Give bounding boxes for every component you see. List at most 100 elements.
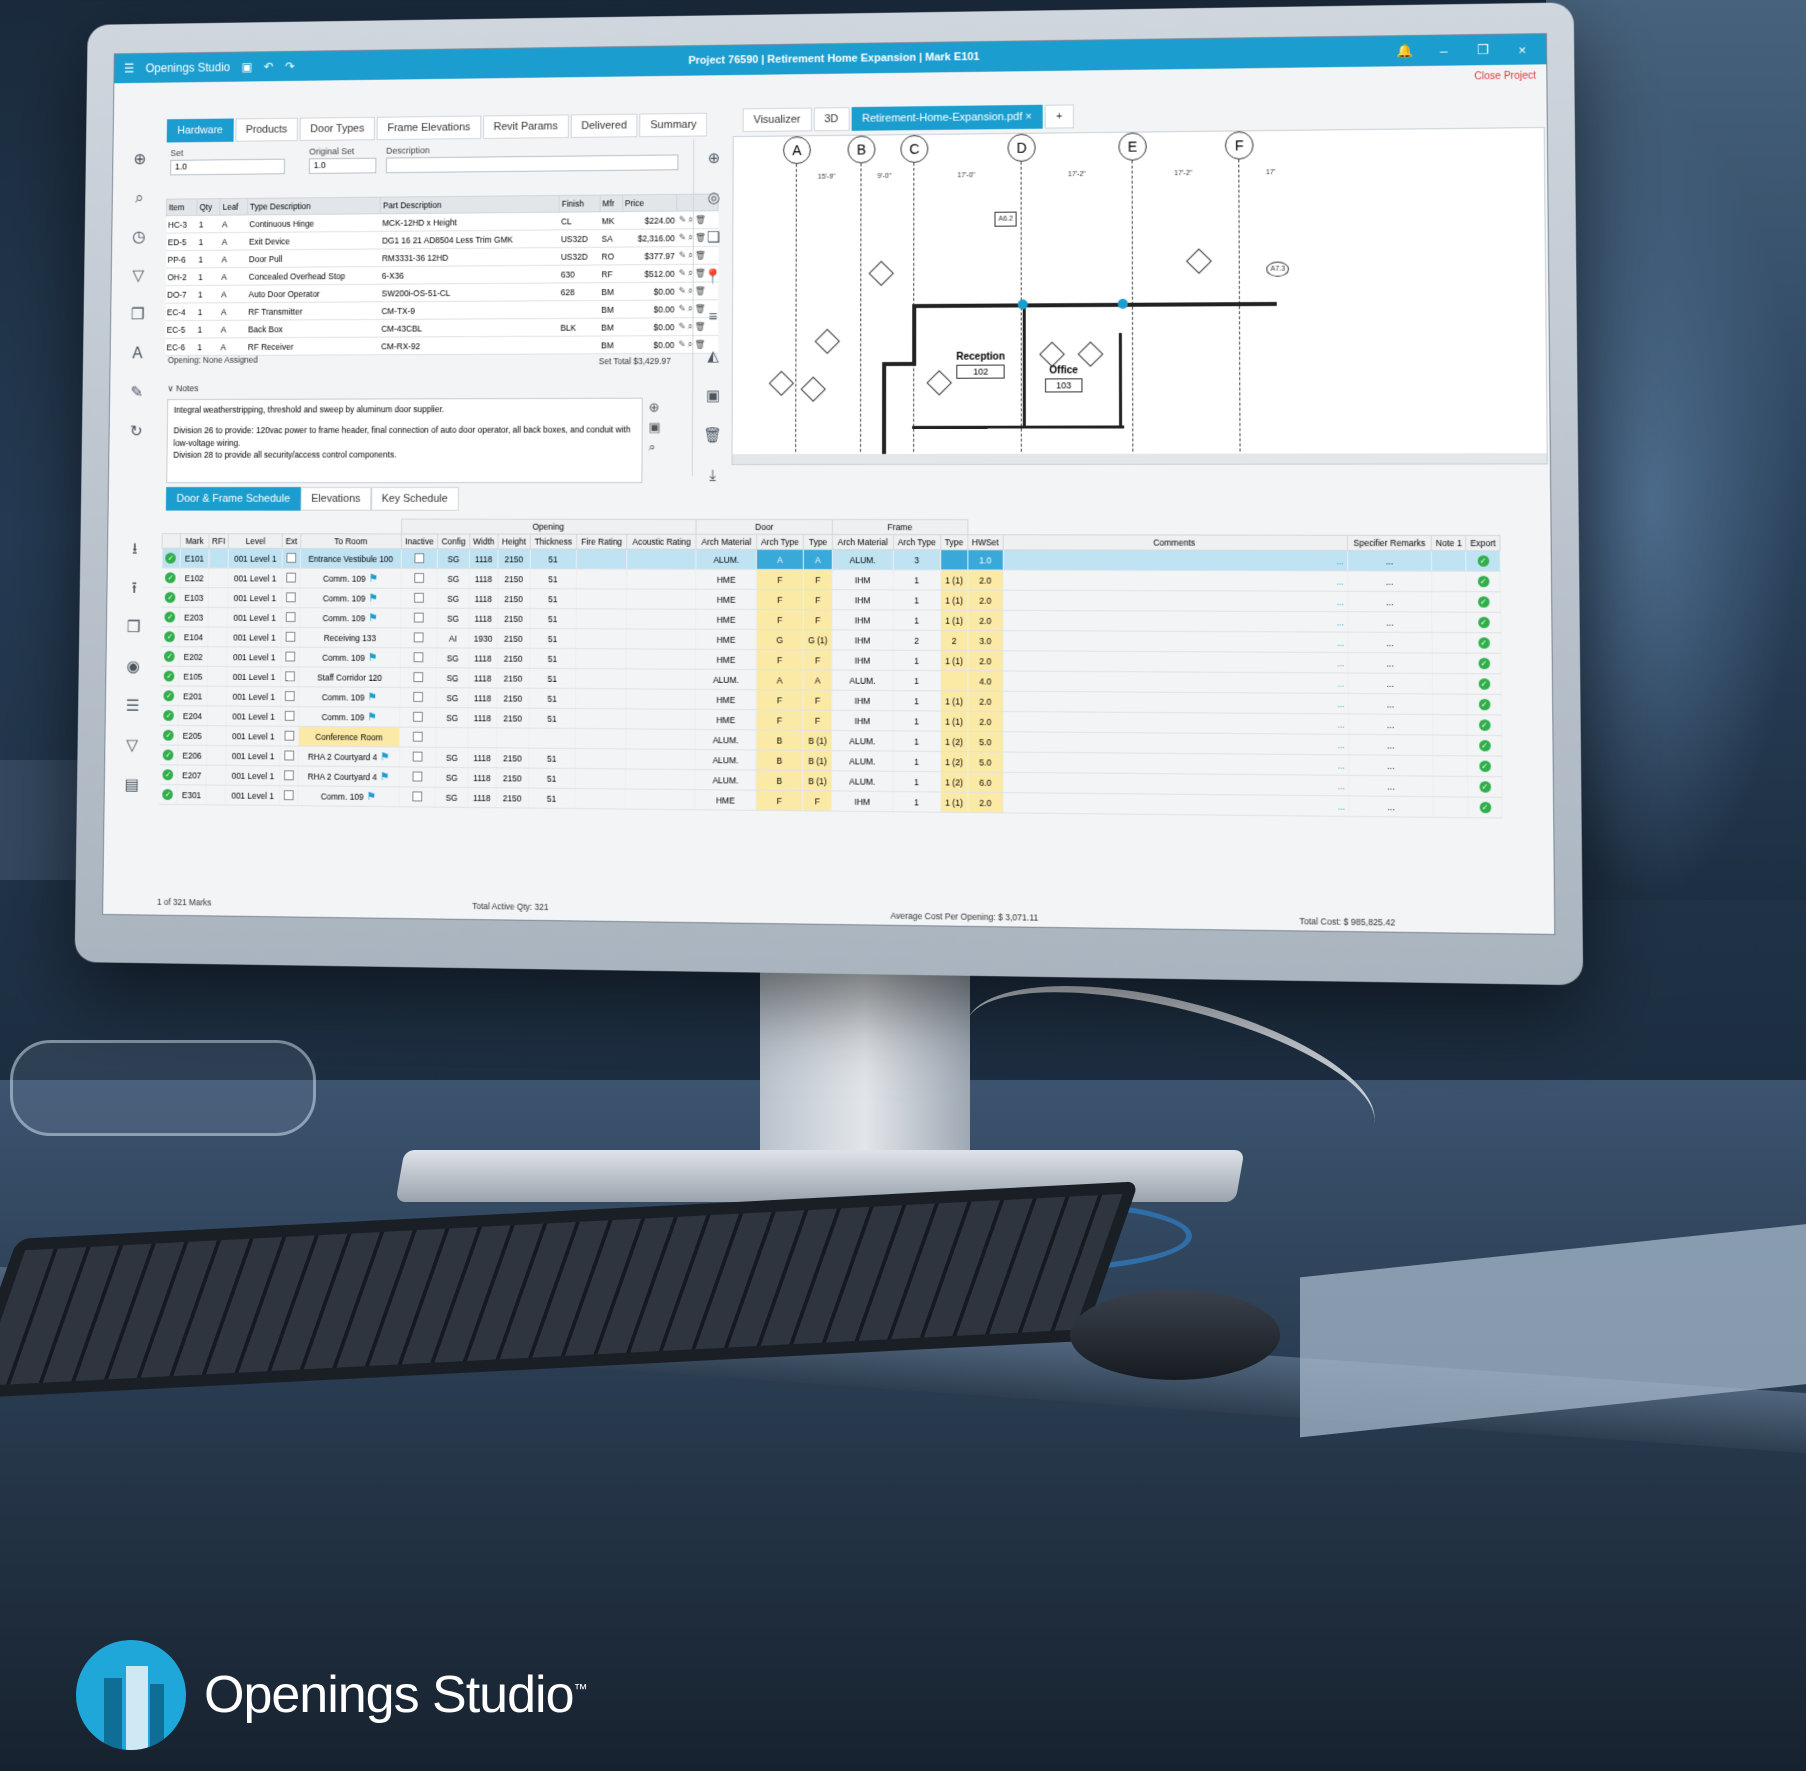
export-check-icon[interactable]: ✓ <box>1478 596 1490 607</box>
inactive-checkbox[interactable] <box>413 771 423 781</box>
menu-icon[interactable]: ☰ <box>124 62 134 76</box>
inactive-checkbox[interactable] <box>414 573 424 583</box>
schedule-col-header[interactable]: Type <box>941 535 968 550</box>
export-check-icon[interactable]: ✓ <box>1479 740 1491 751</box>
col-qty[interactable]: Qty <box>197 199 220 216</box>
schedule-col-header[interactable]: Mark <box>180 534 208 549</box>
schedule-col-header[interactable]: Arch Type <box>893 535 941 550</box>
inactive-checkbox[interactable] <box>413 711 423 721</box>
notes-label[interactable]: ∨ Notes <box>167 383 198 394</box>
schedule-col-header[interactable]: Thickness <box>530 534 577 549</box>
inactive-checkbox[interactable] <box>413 731 423 741</box>
notes-box[interactable]: Integral weatherstripping, threshold and… <box>166 398 643 483</box>
bell-icon[interactable]: 🔔 <box>1391 43 1418 59</box>
set-select[interactable]: 1.0 <box>170 159 285 176</box>
description-field[interactable] <box>386 154 679 173</box>
tab-door-types[interactable]: Door Types <box>300 117 375 141</box>
room-reception[interactable]: Reception 102 <box>956 352 1005 379</box>
inactive-checkbox[interactable] <box>414 632 424 642</box>
redo-icon[interactable]: ↷ <box>285 60 295 74</box>
door-marker-pin[interactable] <box>1018 299 1028 309</box>
export-check-icon[interactable]: ✓ <box>1478 658 1490 669</box>
schedule-col-header[interactable] <box>162 534 181 549</box>
ext-checkbox[interactable] <box>286 612 296 622</box>
export-check-icon[interactable]: ✓ <box>1479 699 1491 710</box>
schedule-col-header[interactable]: Arch Material <box>696 534 756 549</box>
schedule-col-header[interactable]: Ext <box>282 534 300 549</box>
export-check-icon[interactable]: ✓ <box>1479 781 1491 792</box>
ext-checkbox[interactable] <box>286 631 296 641</box>
tab-hardware[interactable]: Hardware <box>167 118 234 142</box>
ext-checkbox[interactable] <box>286 552 296 562</box>
tab-products[interactable]: Products <box>235 118 298 142</box>
ext-checkbox[interactable] <box>285 710 295 720</box>
export-check-icon[interactable]: ✓ <box>1478 617 1490 628</box>
filter-icon[interactable]: ▽ <box>121 257 156 296</box>
eye-icon[interactable]: ◉ <box>116 648 151 688</box>
schedule-col-header[interactable]: Arch Type <box>756 534 803 549</box>
col-mfr[interactable]: Mfr <box>600 195 623 212</box>
erase-icon[interactable]: ◭ <box>693 337 733 377</box>
add-note-icon[interactable]: ⊕ <box>649 398 661 418</box>
schedule-col-header[interactable]: HWSet <box>968 535 1003 550</box>
list-icon[interactable]: ☰ <box>115 687 150 727</box>
floor-plan-drawing[interactable]: A B C D E F 15'-9" 9'-0" 17'-0" 17'-2" 1… <box>731 127 1547 465</box>
save-note-icon[interactable]: ▣ <box>649 417 661 437</box>
schedule-col-header[interactable]: Inactive <box>401 534 438 549</box>
add-tab-button[interactable]: + <box>1045 104 1074 128</box>
schedule-col-header[interactable]: Comments <box>1003 535 1347 551</box>
schedule-col-header[interactable]: Width <box>469 534 498 549</box>
export-check-icon[interactable]: ✓ <box>1478 678 1490 689</box>
text-icon[interactable]: A <box>120 335 155 374</box>
tab-3d[interactable]: 3D <box>813 107 849 131</box>
door-marker-pin[interactable] <box>1118 299 1128 309</box>
tab-frame-elevations[interactable]: Frame Elevations <box>377 116 481 141</box>
col-type-description[interactable]: Type Description <box>247 197 380 215</box>
export-check-icon[interactable]: ✓ <box>1478 637 1490 648</box>
ext-checkbox[interactable] <box>286 592 296 602</box>
inactive-checkbox[interactable] <box>413 672 423 682</box>
col-price[interactable]: Price <box>622 194 677 211</box>
ext-checkbox[interactable] <box>285 691 295 701</box>
ext-checkbox[interactable] <box>285 671 295 681</box>
search-note-icon[interactable]: ⌕ <box>648 437 660 457</box>
col-item[interactable]: Item <box>166 199 197 216</box>
schedule-col-header[interactable]: Level <box>228 534 282 549</box>
copy-icon[interactable]: ❒ <box>120 296 155 335</box>
refresh-icon[interactable]: ↻ <box>119 413 154 452</box>
close-tab-icon[interactable]: × <box>1025 111 1031 123</box>
save-view-icon[interactable]: ▣ <box>693 377 733 417</box>
tab-pdf[interactable]: Retirement-Home-Expansion.pdf × <box>851 105 1043 131</box>
col-finish[interactable]: Finish <box>559 195 600 212</box>
inactive-checkbox[interactable] <box>412 791 422 801</box>
inactive-checkbox[interactable] <box>414 592 424 602</box>
tab-visualizer[interactable]: Visualizer <box>743 108 812 132</box>
trash-icon[interactable]: 🗑 <box>693 416 733 456</box>
schedule-col-header[interactable]: Specifier Remarks <box>1347 535 1432 550</box>
add-icon[interactable]: ⊕ <box>123 141 158 180</box>
filter-icon[interactable]: ▽ <box>115 726 150 766</box>
export-check-icon[interactable]: ✓ <box>1479 719 1491 730</box>
col-part-description[interactable]: Part Description <box>380 195 559 213</box>
upload-icon[interactable]: ⭱ <box>117 569 152 608</box>
minimize-icon[interactable]: – <box>1430 43 1457 58</box>
layers-icon[interactable]: ≡ <box>693 297 733 337</box>
chart-icon[interactable]: ▤ <box>114 766 149 806</box>
tab-delivered[interactable]: Delivered <box>571 114 638 138</box>
schedule-col-header[interactable]: Acoustic Rating <box>627 534 697 549</box>
inactive-checkbox[interactable] <box>414 612 424 622</box>
zoom-in-icon[interactable]: ⊕ <box>694 139 734 179</box>
export-check-icon[interactable]: ✓ <box>1478 576 1490 587</box>
schedule-col-header[interactable]: Height <box>498 534 530 549</box>
close-project-link[interactable]: Close Project <box>1474 71 1536 83</box>
inactive-checkbox[interactable] <box>414 553 424 563</box>
pin-icon[interactable]: 📍 <box>694 258 734 298</box>
schedule-col-header[interactable]: RFI <box>209 534 229 549</box>
schedule-col-header[interactable]: Fire Rating <box>576 534 626 549</box>
download-icon[interactable]: ⭳ <box>117 530 152 569</box>
copy-icon[interactable]: ❒ <box>116 608 151 647</box>
save-icon[interactable]: ▣ <box>241 60 252 74</box>
tab-door-frame-schedule[interactable]: Door & Frame Schedule <box>166 487 301 511</box>
drawing-scrollbar[interactable] <box>732 453 1546 464</box>
timer-icon[interactable]: ◷ <box>121 218 156 257</box>
